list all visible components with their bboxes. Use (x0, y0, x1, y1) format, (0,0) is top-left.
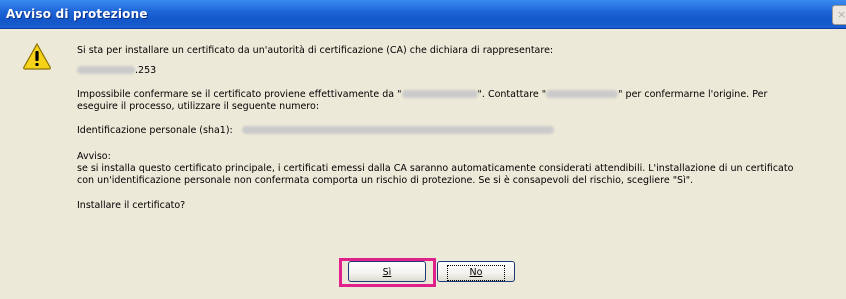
verify-origin-line2: eseguire il processo, utilizzare il segu… (77, 101, 320, 112)
host-suffix: .253 (135, 65, 157, 76)
yes-button-highlight (339, 258, 436, 287)
install-question: Installare il certificato? (77, 200, 186, 211)
redacted-host-2 (401, 90, 478, 98)
close-button[interactable]: × (832, 5, 846, 25)
warning-exclamation-bar (35, 51, 39, 61)
title-bar[interactable]: Avviso di protezione × (0, 0, 846, 29)
warning-exclamation-dot (35, 63, 39, 66)
warning-heading: Avviso: (77, 151, 111, 162)
no-button-label: No (446, 265, 506, 281)
dialog-title: Avviso di protezione (6, 7, 148, 21)
redacted-host (77, 66, 135, 74)
security-warning-dialog: Avviso di protezione × Si sta per instal… (0, 0, 846, 299)
warning-icon (23, 42, 51, 70)
redacted-host-3 (546, 90, 619, 98)
verify-text-mid: ". Contattare " (477, 89, 547, 100)
ca-host: .253 (77, 65, 156, 77)
verify-origin-line1: Impossibile confermare se il certificato… (77, 89, 767, 101)
thumbprint-row: Identificazione personale (sha1): (77, 125, 554, 137)
message-intro: Si sta per installare un certificato da … (77, 45, 554, 56)
no-button[interactable]: No (437, 261, 515, 282)
warning-text-line2: con un'identificazione personale non con… (77, 175, 694, 186)
close-icon: × (837, 8, 846, 21)
verify-text-end: " per confermarne l'origine. Per (618, 89, 768, 100)
warning-text-line1: se si installa questo certificato princi… (77, 163, 794, 174)
verify-text-start: Impossibile confermare se il certificato… (77, 89, 402, 100)
thumbprint-label: Identificazione personale (sha1): (77, 125, 233, 136)
redacted-thumbprint (241, 126, 554, 134)
